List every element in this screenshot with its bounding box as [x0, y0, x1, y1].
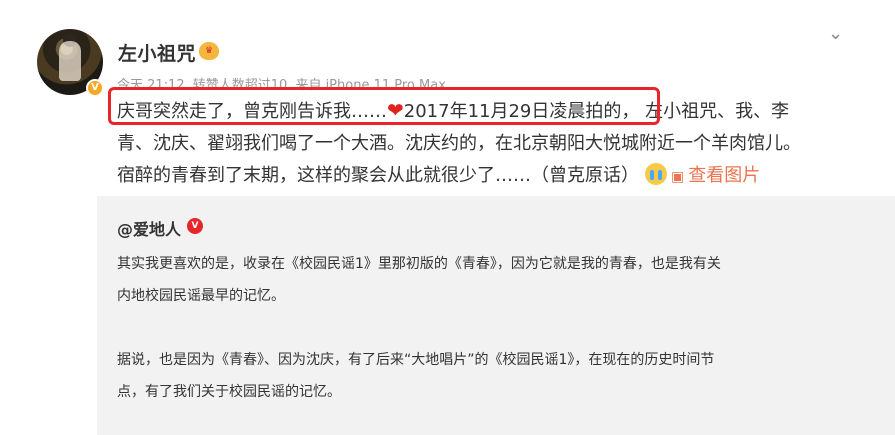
post-line-2: 青、沈庆、翟翊我们喝了一个大酒。沈庆约的，在北京朝阳大悦城附近一个羊肉馆儿。 [117, 133, 801, 154]
chevron-down-icon[interactable]: ⌄ [828, 25, 846, 43]
repost-verified-icon: V [187, 218, 203, 234]
crying-emoji-icon [645, 163, 667, 185]
view-images-link[interactable]: ▣ 查看图片 [671, 165, 760, 186]
repost-para2-line2: 点，有了我们关于校园民谣的记忆。 [117, 384, 341, 400]
avatar-figure-body [59, 41, 81, 81]
repost-para2-line1: 据说，也是因为《青春》、因为沈庆，有了后来“大地唱片”的《校园民谣1》，在现在的… [117, 352, 715, 368]
post-line1-part3: 左小祖咒、我、李 [645, 101, 790, 122]
repost-text: 其实我更喜欢的是，收录在《校园民谣1》里那初版的《青春》，因为它就是我的青春，也… [117, 248, 857, 408]
highlight-annotation-box [108, 87, 660, 125]
repost-block[interactable]: @爱地人 V 其实我更喜欢的是，收录在《校园民谣1》里那初版的《青春》，因为它就… [97, 196, 895, 435]
verified-badge-icon: V [86, 79, 104, 97]
repost-para1-line1: 其实我更喜欢的是，收录在《校园民谣1》里那初版的《青春》，因为它就是我的青春，也… [117, 256, 721, 272]
post-line-3: 宿醉的青春到了末期，这样的聚会从此就很少了……（曾克原话） ▣ 查看图片 [117, 160, 837, 193]
post-line3-text: 宿醉的青春到了末期，这样的聚会从此就很少了……（曾克原话） [117, 165, 639, 186]
view-images-label: 查看图片 [688, 165, 761, 186]
repost-username[interactable]: @爱地人 [117, 216, 181, 240]
username[interactable]: 左小祖咒 [118, 39, 196, 66]
repost-para1-line2: 内地校园民谣最早的记忆。 [117, 288, 285, 304]
crown-badge-icon: ♛ [199, 42, 219, 60]
image-icon: ▣ [671, 169, 685, 185]
weibo-post-card: V 左小祖咒 ♛ 今天 21:12 转赞人数超过10 来自 iPhone 11 … [0, 0, 895, 435]
